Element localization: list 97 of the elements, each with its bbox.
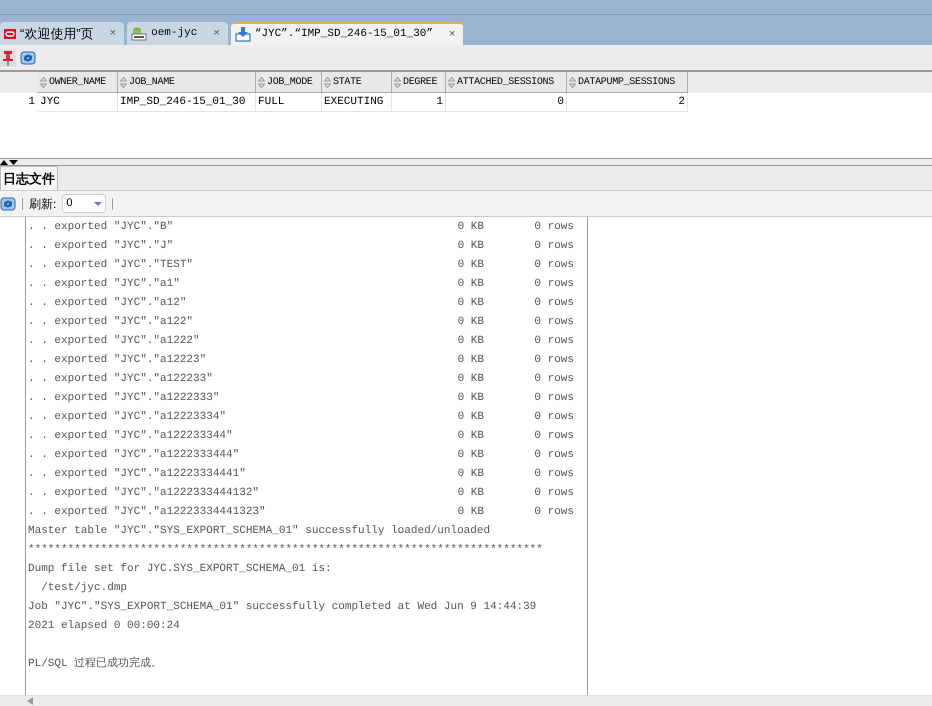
sql-database-icon	[131, 26, 148, 40]
refresh-icon[interactable]	[20, 50, 36, 66]
column-header[interactable]: DEGREE	[392, 72, 446, 93]
log-rows: 0 rows	[484, 503, 574, 522]
log-rows: 0 rows	[484, 275, 574, 294]
log-line: . . exported "JYC"."a1"	[28, 277, 181, 292]
log-rows: 0 rows	[484, 408, 574, 427]
log-line: . . exported "JYC"."a12223334"	[28, 410, 228, 425]
log-line: . . exported "JYC"."a122233"	[28, 372, 214, 387]
editor-tab[interactable]: oem-jyc ×	[127, 22, 228, 45]
row-number: 1	[27, 95, 36, 110]
log-size: 0 KB	[456, 296, 484, 311]
log-line: . . exported "JYC"."J"	[28, 239, 174, 254]
log-size: 0 KB	[456, 315, 484, 330]
refresh-dropdown[interactable]: 0	[62, 194, 106, 213]
log-line: . . exported "JYC"."TEST"	[28, 258, 194, 273]
log-size: 0 KB	[456, 239, 484, 254]
log-size: 0 KB	[456, 429, 484, 444]
refresh-icon[interactable]	[0, 196, 16, 212]
sort-icon	[448, 76, 455, 88]
log-rows: 0 rows	[484, 294, 574, 313]
column-header[interactable]: JOB_MODE	[256, 72, 322, 93]
log-rows: 0 rows	[484, 370, 574, 389]
log-rows: 0 rows	[484, 256, 574, 275]
log-size: 0 KB	[456, 258, 484, 273]
sort-icon	[324, 76, 331, 88]
table-cell: 2	[567, 93, 688, 112]
log-line: 2021 elapsed 0 00:00:24	[27, 619, 181, 634]
log-size: 0 KB	[456, 467, 484, 482]
table-cell: FULL	[256, 93, 322, 112]
log-rows: 0 rows	[484, 427, 574, 446]
sort-icon	[120, 76, 127, 88]
log-line: . . exported "JYC"."a12223"	[28, 353, 208, 368]
table-cell: 1	[392, 93, 446, 112]
refresh-label: 刷新:	[29, 196, 56, 212]
log-size: 0 KB	[456, 448, 484, 463]
log-rows: 0 rows	[484, 465, 574, 484]
splitter-arrows-icon[interactable]	[0, 159, 18, 165]
editor-tab[interactable]: “欢迎使用”页 ×	[0, 22, 124, 45]
pin-icon[interactable]	[0, 48, 16, 66]
sort-icon	[569, 76, 576, 88]
log-size: 0 KB	[456, 410, 484, 425]
log-size: 0 KB	[456, 220, 484, 235]
caret-icon	[94, 202, 102, 206]
log-line: . . exported "JYC"."a1222"	[28, 334, 201, 349]
tab-label: “欢迎使用”页	[20, 24, 94, 43]
log-line: Dump file set for JYC.SYS_EXPORT_SCHEMA_01 is:	[27, 562, 333, 577]
log-line: /test/jyc.dmp	[40, 581, 128, 596]
close-button[interactable]: ×	[106, 25, 120, 42]
close-button[interactable]: ×	[445, 26, 460, 43]
sort-icon	[258, 76, 265, 88]
log-rows: 0 rows	[484, 237, 574, 256]
log-line: . . exported "JYC"."a1222333444"	[28, 448, 240, 463]
log-rows: 0 rows	[484, 484, 574, 503]
log-size: 0 KB	[456, 486, 484, 501]
log-line: . . exported "JYC"."a122233344"	[28, 429, 234, 444]
close-button[interactable]: ×	[209, 25, 224, 42]
column-header[interactable]: ATTACHED_SESSIONS	[446, 72, 567, 93]
table-cell: EXECUTING	[322, 93, 392, 112]
log-rows: 0 rows	[484, 351, 574, 370]
editor-tab[interactable]: “JYC”.“IMP_SD_246-15_01_30” ×	[230, 22, 464, 45]
log-rows: 0 rows	[484, 313, 574, 332]
sort-icon	[40, 76, 47, 88]
log-size: 0 KB	[456, 277, 484, 292]
log-line: . . exported "JYC"."a1222333444132"	[28, 486, 260, 501]
table-cell: IMP_SD_246-15_01_30	[118, 93, 256, 112]
column-header[interactable]: OWNER_NAME	[38, 72, 118, 93]
tab-label: “JYC”.“IMP_SD_246-15_01_30”	[254, 27, 433, 42]
log-line: . . exported "JYC"."a122"	[28, 315, 194, 330]
column-header[interactable]: STATE	[322, 72, 392, 93]
log-size: 0 KB	[456, 391, 484, 406]
column-header[interactable]: JOB_NAME	[118, 72, 256, 93]
log-rows: 0 rows	[484, 218, 574, 237]
log-line: . . exported "JYC"."a12223334441"	[28, 467, 247, 482]
log-rows: 0 rows	[484, 389, 574, 408]
log-line: . . exported "JYC"."a12"	[28, 296, 188, 311]
log-size: 0 KB	[456, 372, 484, 387]
log-line: Master table "JYC"."SYS_EXPORT_SCHEMA_01" successfully loaded/unloaded	[27, 524, 492, 539]
log-line: . . exported "JYC"."a1222333"	[28, 391, 220, 406]
log-rows: 0 rows	[484, 446, 574, 465]
log-line: ******************************************************************************	[27, 543, 544, 558]
table-cell: 0	[446, 93, 567, 112]
log-rows: 0 rows	[484, 332, 574, 351]
log-size: 0 KB	[456, 505, 484, 520]
log-size: 0 KB	[456, 353, 484, 368]
tab-label: oem-jyc	[151, 26, 198, 42]
log-file-tab[interactable]: 日志文件	[0, 166, 58, 190]
log-line: PL/SQL 过程已成功完成。	[27, 656, 164, 672]
column-header[interactable]: DATAPUMP_SESSIONS	[567, 72, 688, 93]
log-size: 0 KB	[456, 334, 484, 349]
sort-icon	[394, 76, 401, 88]
table-cell: JYC	[38, 93, 118, 112]
log-line: . . exported "JYC"."a12223334441323"	[28, 505, 267, 520]
log-line: . . exported "JYC"."B"	[28, 220, 174, 235]
log-line: Job "JYC"."SYS_EXPORT_SCHEMA_01" successfully completed at Wed Jun 9 14:44:39	[27, 600, 538, 615]
download-icon	[234, 27, 251, 42]
oracle-icon	[4, 28, 16, 40]
